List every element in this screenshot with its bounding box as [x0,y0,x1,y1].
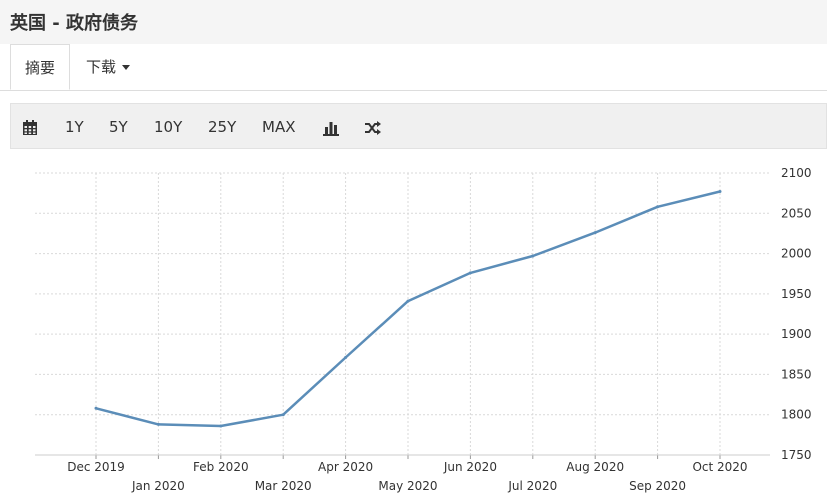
range-1y-button[interactable]: 1Y [65,104,84,150]
title-bar: 英国 - 政府债务 [0,0,827,44]
x-tick-label: Jul 2020 [507,479,557,493]
range-1y-label: 1Y [65,118,84,136]
x-tick-label: May 2020 [378,479,437,493]
y-tick-label: 2100 [781,166,812,180]
range-25y-button[interactable]: 25Y [208,104,236,150]
tab-download-label: 下载 [86,58,117,76]
data-point [281,413,285,417]
compare-button[interactable] [364,104,382,150]
y-tick-label: 1850 [781,367,812,381]
data-point [468,271,472,275]
y-tick-label: 1750 [781,448,812,462]
data-point [531,254,535,258]
data-point [718,190,722,193]
data-point [344,356,348,359]
y-tick-label: 2050 [781,206,812,220]
y-tick-label: 1900 [781,327,812,341]
x-tick-label: Aug 2020 [566,460,624,474]
tab-summary-label: 摘要 [24,59,55,77]
x-tick-label: Oct 2020 [692,460,747,474]
chart-type-button[interactable] [323,104,339,150]
y-tick-label: 2000 [781,247,812,261]
y-tick-label: 1800 [781,408,812,422]
x-tick-label: Dec 2019 [67,460,125,474]
x-tick-label: Jun 2020 [443,460,497,474]
page-title: 英国 - 政府债务 [10,13,139,34]
x-tick-label: Jan 2020 [131,479,185,493]
line-chart: 1750 1800 1850 1900 1950 2000 2050 2100 Dec 2019… [35,166,812,493]
y-tick-label: 1950 [781,287,812,301]
range-25y-label: 25Y [208,118,237,136]
tab-download[interactable]: 下载 [86,44,131,90]
shuffle-icon [365,120,381,135]
calendar-button[interactable] [22,104,38,150]
x-tick-label: Sep 2020 [629,479,686,493]
chart-toolbar: 1Y 5Y 10Y 25Y MAX [10,103,827,149]
chart-area: 1750 1800 1850 1900 1950 2000 2050 2100 Dec 2019… [0,150,827,502]
calendar-icon [23,119,37,135]
data-point [656,205,660,209]
data-point [156,422,160,426]
range-10y-label: 10Y [154,118,183,136]
bar-chart-icon [323,121,339,136]
caret-down-icon [122,65,131,70]
data-point [593,231,597,235]
range-max-button[interactable]: MAX [262,104,295,150]
x-tick-label: Feb 2020 [193,460,249,474]
data-point [219,424,223,428]
data-point [94,406,98,410]
range-max-label: MAX [262,118,296,136]
tab-summary[interactable]: 摘要 [10,44,70,90]
x-tick-label: Mar 2020 [255,479,312,493]
range-10y-button[interactable]: 10Y [154,104,182,150]
tab-bar: 摘要 下载 [0,44,827,91]
data-point [406,299,410,303]
range-5y-button[interactable]: 5Y [109,104,128,150]
range-5y-label: 5Y [109,118,128,136]
x-tick-label: Apr 2020 [318,460,373,474]
